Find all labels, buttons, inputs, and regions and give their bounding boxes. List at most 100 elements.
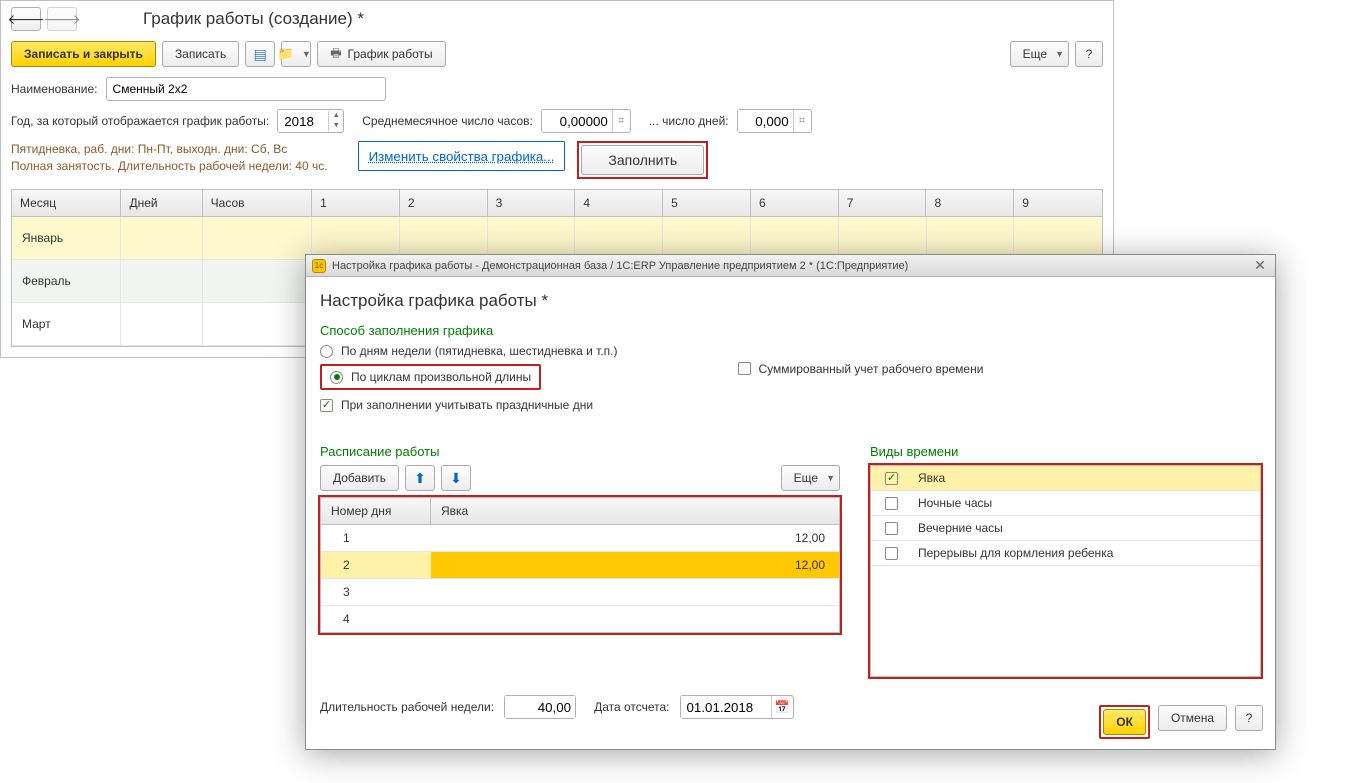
col-d1: 1 (312, 190, 400, 216)
type-label: Ночные часы (918, 496, 992, 510)
print-schedule-button[interactable]: 🖶 График работы (317, 41, 445, 67)
page-title: График работы (создание) * (143, 9, 364, 29)
move-up-button[interactable]: ⬆ (405, 465, 435, 491)
printer-icon: 🖶 (330, 44, 341, 65)
write-button[interactable]: Записать (162, 41, 239, 67)
radio-by-weekdays[interactable]: По дням недели (пятидневка, шестидневка … (320, 344, 618, 358)
col-month: Месяц (12, 190, 121, 216)
dialog-titlebar[interactable]: 1c Настройка графика работы - Демонстрац… (306, 255, 1275, 277)
year-input[interactable] (278, 110, 328, 132)
folder-dropdown-button[interactable]: 📁 ▼ (281, 41, 311, 67)
schedule-settings-dialog: 1c Настройка графика работы - Демонстрац… (305, 254, 1276, 750)
radio-by-cycles-highlight: По циклам произвольной длины (320, 364, 541, 390)
dialog-chrome-title: Настройка графика работы - Демонстрацион… (332, 260, 908, 272)
list-item[interactable]: Ночные часы (871, 491, 1260, 516)
col-d5: 5 (663, 190, 751, 216)
month-jan: Январь (12, 217, 121, 259)
cell-num: 3 (321, 579, 431, 605)
schedule-grid: Номер дня Явка 1 12,00 2 12,00 3 (320, 497, 840, 633)
col-d8: 8 (926, 190, 1014, 216)
table-header: Месяц Дней Часов 1 2 3 4 5 6 7 8 9 (12, 190, 1102, 217)
col-attendance: Явка (431, 498, 839, 524)
year-spinner[interactable]: ▲▼ (277, 109, 344, 133)
name-field[interactable] (106, 77, 386, 101)
checkbox-icon[interactable] (885, 497, 898, 510)
calendar-icon[interactable]: 📅 (771, 696, 793, 718)
move-down-button[interactable]: ⬇ (441, 465, 471, 491)
change-schedule-props-link[interactable]: Изменить свойства графика... (358, 141, 566, 171)
checkbox-icon (320, 399, 333, 412)
spinner-down-icon[interactable]: ▼ (329, 121, 343, 131)
list-item[interactable]: 1 12,00 (321, 525, 839, 552)
folder-star-icon: 📁 (278, 46, 294, 62)
main-toolbar: Записать и закрыть Записать ▤ 📁 ▼ 🖶 Граф… (11, 41, 1103, 67)
schedule-more-button[interactable]: Еще ▼ (781, 465, 840, 491)
radio-by-cycles-label: По циклам произвольной длины (351, 370, 531, 384)
col-d3: 3 (488, 190, 576, 216)
cancel-button[interactable]: Отмена (1158, 705, 1227, 731)
radio-icon (330, 371, 343, 384)
type-label: Явка (918, 471, 945, 485)
time-types-label: Виды времени (870, 444, 1261, 459)
checkbox-icon[interactable] (885, 522, 898, 535)
radio-by-weekdays-label: По дням недели (пятидневка, шестидневка … (341, 344, 618, 358)
col-d4: 4 (575, 190, 663, 216)
chevron-down-icon: ▼ (302, 49, 311, 59)
more-label: Еще (1023, 47, 1047, 61)
check-holidays[interactable]: При заполнении учитывать праздничные дни (320, 398, 618, 412)
list-item[interactable]: Явка (871, 466, 1260, 491)
more-label: Еще (794, 471, 818, 485)
cell-att: 12,00 (431, 552, 839, 578)
list-item[interactable]: Вечерние часы (871, 516, 1260, 541)
avg-hours-label: Среднемесячное число часов: (362, 114, 533, 128)
check-holidays-label: При заполнении учитывать праздничные дни (341, 398, 593, 412)
close-icon[interactable]: ✕ (1251, 258, 1269, 274)
type-label: Вечерние часы (918, 521, 1003, 535)
week-length-input[interactable] (505, 696, 575, 718)
time-types-grid: Явка Ночные часы Вечерние часы Перерывы … (870, 465, 1261, 677)
oneC-logo-icon: 1c (312, 259, 326, 273)
cell-att (431, 579, 839, 605)
help-button[interactable]: ? (1235, 705, 1263, 731)
note-line-1: Пятидневка, раб. дни: Пн-Пт, выходн. дни… (11, 141, 328, 158)
year-label: Год, за который отображается график рабо… (11, 114, 269, 128)
calculator-icon[interactable]: ⌗ (793, 110, 811, 132)
start-date-input[interactable] (681, 696, 771, 718)
more-button[interactable]: Еще ▼ (1010, 41, 1069, 67)
fill-method-label: Способ заполнения графика (320, 323, 618, 338)
col-d6: 6 (751, 190, 839, 216)
schedule-section-label: Расписание работы (320, 444, 840, 459)
add-button[interactable]: Добавить (320, 465, 399, 491)
list-icon-button[interactable]: ▤ (245, 41, 275, 67)
calculator-icon[interactable]: ⌗ (612, 110, 630, 132)
back-button[interactable]: 🡐 (11, 7, 41, 31)
spinner-up-icon[interactable]: ▲ (329, 111, 343, 121)
col-d2: 2 (400, 190, 488, 216)
ok-button[interactable]: ОК (1103, 709, 1146, 735)
cell-num: 2 (321, 552, 431, 578)
list-item[interactable]: 4 (321, 606, 839, 632)
checkbox-icon[interactable] (885, 472, 898, 485)
chevron-down-icon: ▼ (1055, 49, 1064, 59)
checkbox-icon (738, 362, 751, 375)
schedule-note: Пятидневка, раб. дни: Пн-Пт, выходн. дни… (11, 141, 328, 175)
forward-button[interactable]: 🡒 (47, 7, 77, 31)
write-close-button[interactable]: Записать и закрыть (11, 41, 156, 67)
list-item[interactable]: Перерывы для кормления ребенка (871, 541, 1260, 566)
col-days: Дней (121, 190, 202, 216)
avg-hours-input[interactable] (542, 110, 612, 132)
fill-button[interactable]: Заполнить (581, 145, 704, 175)
ok-button-highlight: ОК (1099, 705, 1150, 739)
start-date-label: Дата отсчета: (594, 700, 669, 714)
month-feb: Февраль (12, 260, 121, 302)
list-item[interactable]: 2 12,00 (321, 552, 839, 579)
checkbox-icon[interactable] (885, 547, 898, 560)
avg-days-label: ... число дней: (649, 114, 729, 128)
col-d7: 7 (839, 190, 927, 216)
dialog-title: Настройка графика работы * (320, 291, 1261, 311)
help-button[interactable]: ? (1075, 41, 1103, 67)
avg-days-input[interactable] (738, 110, 793, 132)
check-summarized[interactable]: Суммированный учет рабочего времени (738, 325, 984, 412)
print-schedule-label: График работы (348, 47, 433, 61)
list-item[interactable]: 3 (321, 579, 839, 606)
